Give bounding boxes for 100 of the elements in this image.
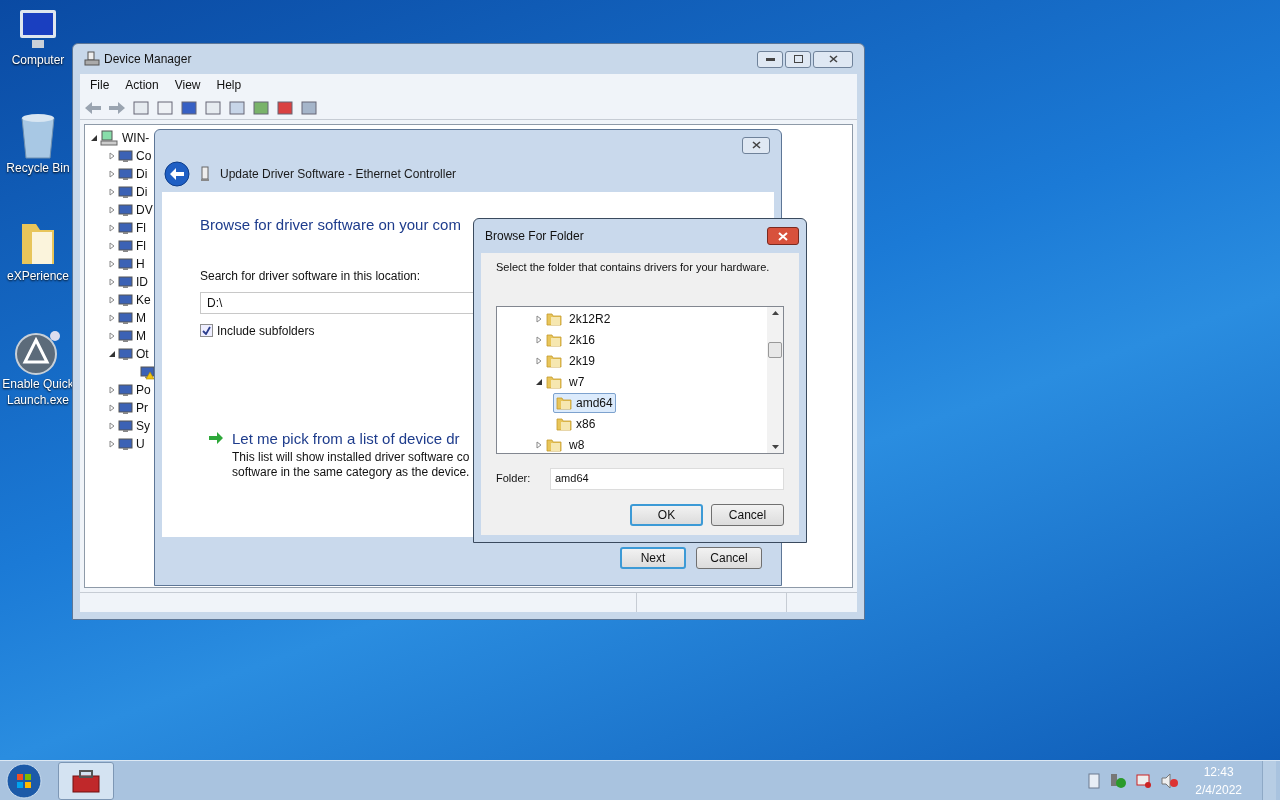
folder-icon — [556, 416, 572, 432]
tree-item[interactable]: Fl — [136, 219, 146, 237]
maximize-button[interactable] — [785, 50, 811, 68]
menu-item[interactable]: File — [90, 76, 110, 94]
device-icon — [118, 184, 134, 200]
folder-item[interactable]: 2k19 — [565, 351, 600, 371]
desktop-icon-label[interactable]: Enable Quick Launch.exe — [0, 376, 76, 408]
close-button[interactable] — [813, 50, 853, 68]
folder-item[interactable]: amd64 — [553, 393, 616, 413]
tree-item[interactable]: M — [136, 327, 146, 345]
checkbox[interactable] — [200, 324, 213, 337]
tree-item[interactable]: DV — [136, 201, 153, 219]
folder-item[interactable]: w8 — [565, 435, 589, 455]
close-icon — [751, 141, 761, 149]
dialog-button[interactable]: Next — [620, 547, 686, 569]
menu-item[interactable]: Help — [216, 76, 242, 94]
device-icon — [118, 328, 134, 344]
desktop-icon-label[interactable]: eXPerience — [6, 268, 69, 284]
dialog-title: Browse For Folder — [485, 228, 584, 245]
device-icon — [118, 400, 134, 416]
menu-item[interactable]: Action — [125, 76, 159, 94]
folder-item[interactable]: x86 — [553, 414, 599, 434]
pick-from-list-link[interactable]: Let me pick from a list of device dr — [232, 427, 470, 450]
menu-item[interactable]: View — [174, 76, 201, 94]
tree-item[interactable]: U — [136, 435, 145, 453]
dialog-button[interactable]: Cancel — [696, 547, 762, 569]
tree-item[interactable]: WIN- — [122, 129, 150, 147]
location-field[interactable]: D:\ — [200, 291, 474, 314]
device-icon — [118, 238, 134, 254]
trash-bin-icon[interactable] — [18, 112, 58, 160]
tree-item[interactable]: Ke — [136, 291, 151, 309]
toolbox-icon — [71, 767, 101, 794]
dialog-button[interactable]: Cancel — [711, 503, 784, 526]
close-icon — [778, 231, 788, 241]
tree-item[interactable]: ID — [136, 273, 148, 291]
scroll-thumb[interactable] — [768, 341, 782, 358]
folder-item[interactable]: w7 — [565, 372, 589, 392]
tree-item[interactable]: Ot — [136, 345, 149, 363]
device-icon — [118, 202, 134, 218]
tree-item[interactable]: Po — [136, 381, 151, 399]
device-icon — [118, 310, 134, 326]
expand-arrow-icon[interactable] — [535, 378, 543, 386]
app-logo-icon[interactable] — [14, 328, 62, 376]
folder-icon — [546, 374, 562, 390]
minimize-icon — [765, 57, 775, 61]
device-icon — [118, 382, 134, 398]
desktop-icon-label[interactable]: Recycle Bin — [6, 160, 70, 176]
desktop-icon-label[interactable]: Computer — [11, 52, 65, 68]
close-icon — [828, 55, 838, 63]
tree-item[interactable]: Sy — [136, 417, 150, 435]
expand-arrow-icon[interactable] — [108, 350, 116, 358]
muted-speaker-icon[interactable] — [1161, 772, 1180, 789]
tree-item[interactable]: M — [136, 309, 146, 327]
folder-label: Folder: — [496, 471, 532, 487]
tree-item[interactable]: H — [136, 255, 145, 273]
tree-item[interactable]: Di — [136, 165, 148, 183]
folder-icon — [546, 332, 562, 348]
forward-arrow-icon[interactable] — [108, 99, 126, 116]
device-icon — [118, 274, 134, 290]
folder-icon — [546, 353, 562, 369]
check-icon — [202, 326, 211, 335]
dialog-title: Update Driver Software - Ethernet Controller — [220, 166, 457, 183]
device-icon — [118, 436, 134, 452]
instruction-text: Select the folder that contains drivers for your hardware. — [496, 260, 771, 275]
device-icon — [118, 148, 134, 164]
checkbox-label[interactable]: Include subfolders — [217, 321, 315, 340]
warning-device-icon — [140, 364, 156, 380]
tree-item[interactable]: Fl — [136, 237, 146, 255]
close-button[interactable] — [742, 136, 770, 154]
device-icon — [118, 220, 134, 236]
option-description: This list will show installed driver software co — [232, 450, 470, 465]
device-icon — [118, 166, 134, 182]
taskbar-app-button[interactable] — [58, 761, 114, 800]
network-adapter-icon — [200, 166, 210, 182]
folder-icon — [556, 395, 572, 411]
folder-item[interactable]: 2k16 — [565, 330, 600, 350]
show-desktop-button[interactable] — [1262, 760, 1276, 800]
device-icon — [118, 292, 134, 308]
tree-item[interactable]: Di — [136, 183, 148, 201]
window-title: Device Manager — [104, 51, 192, 68]
computer-icon — [100, 130, 118, 146]
device-icon — [118, 346, 134, 362]
start-button-icon[interactable] — [4, 761, 44, 800]
expand-arrow-icon[interactable] — [90, 134, 98, 142]
back-button-icon[interactable] — [164, 161, 190, 187]
folder-field[interactable]: amd64 — [550, 467, 784, 490]
tree-item[interactable]: Pr — [136, 399, 148, 417]
folder-icon — [546, 437, 562, 453]
close-button[interactable] — [767, 227, 799, 245]
back-arrow-icon[interactable] — [84, 99, 102, 116]
folder-item[interactable]: 2k12R2 — [565, 309, 615, 329]
device-icon — [118, 256, 134, 272]
dialog-button[interactable]: OK — [630, 503, 703, 526]
scroll-down-icon[interactable] — [771, 444, 779, 449]
scroll-up-icon[interactable] — [771, 310, 779, 315]
tree-item[interactable]: Co — [136, 147, 152, 165]
network-error-icon[interactable] — [1135, 772, 1154, 789]
option-description: software in the same category as the device. — [232, 465, 470, 480]
minimize-button[interactable] — [757, 50, 783, 68]
scrollbar[interactable] — [767, 306, 783, 453]
